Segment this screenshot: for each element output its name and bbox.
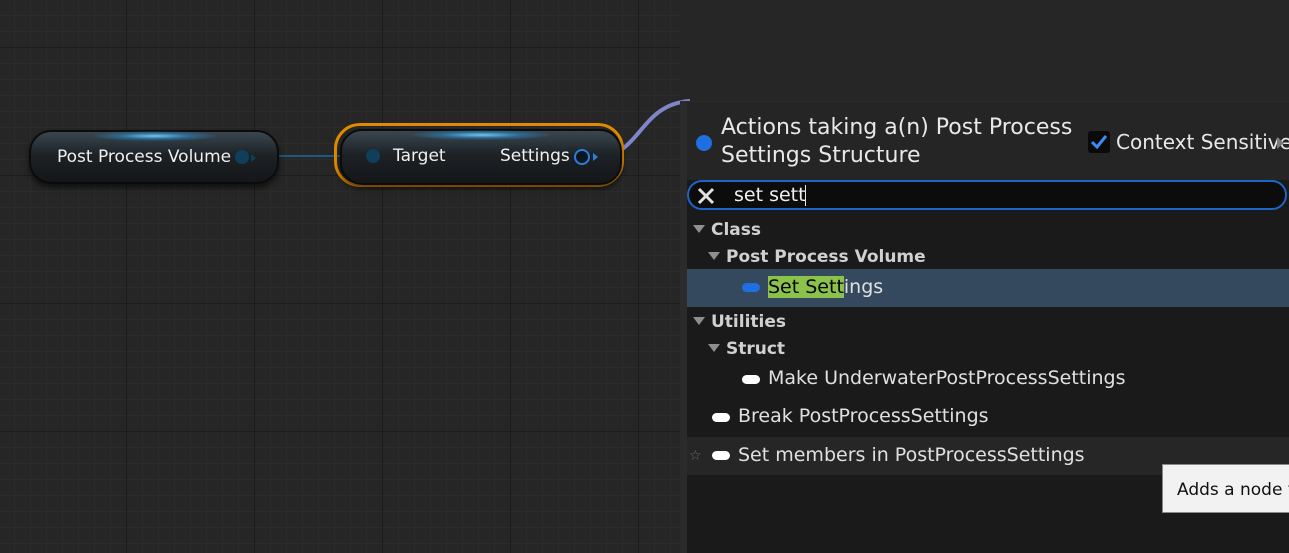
target-pin[interactable] bbox=[366, 149, 380, 163]
tree-category-class[interactable]: Class bbox=[687, 220, 1289, 242]
item-label: Break PostProcessSettings bbox=[738, 405, 989, 427]
function-pin-icon bbox=[742, 283, 760, 292]
item-label-rest: ings bbox=[843, 276, 884, 298]
node-post-process-volume[interactable]: Post Process Volume bbox=[29, 130, 279, 184]
text-cursor bbox=[805, 185, 806, 206]
item-label: Make UnderwaterPostProcessSettings bbox=[768, 367, 1126, 389]
category-label: Struct bbox=[726, 339, 786, 359]
context-sensitive-checkbox[interactable] bbox=[1088, 131, 1110, 153]
tree-category-struct[interactable]: Struct bbox=[687, 339, 1289, 361]
category-label: Post Process Volume bbox=[726, 247, 926, 267]
triangle-down-icon bbox=[693, 317, 705, 325]
tooltip-text: Adds a node th bbox=[1177, 480, 1289, 500]
triangle-down-icon bbox=[693, 225, 705, 233]
triangle-down-icon bbox=[708, 344, 720, 352]
pin-arrow-icon bbox=[251, 154, 256, 162]
search-match-highlight: Set Sett bbox=[768, 276, 844, 298]
chevron-right-icon[interactable] bbox=[1277, 137, 1284, 149]
tree-item-break-pps[interactable]: Break PostProcessSettings bbox=[687, 402, 1289, 432]
category-label: Utilities bbox=[711, 312, 787, 332]
context-sensitive-label: Context Sensitive bbox=[1116, 130, 1289, 154]
tree-category-utilities[interactable]: Utilities bbox=[687, 312, 1289, 334]
node-header-glow bbox=[92, 131, 216, 141]
search-box bbox=[687, 180, 1287, 210]
item-label: Set members in PostProcessSettings bbox=[738, 444, 1085, 466]
category-label: Class bbox=[711, 220, 762, 240]
tooltip: Adds a node th bbox=[1162, 464, 1289, 513]
output-pin[interactable] bbox=[235, 150, 249, 164]
close-icon[interactable] bbox=[697, 187, 715, 205]
struct-pin-icon bbox=[696, 135, 712, 151]
node-label: Post Process Volume bbox=[57, 147, 232, 167]
checkmark-icon bbox=[1091, 135, 1107, 149]
node-header-glow bbox=[411, 130, 551, 140]
node-get-settings[interactable]: Target Settings bbox=[340, 129, 622, 185]
pin-arrow-icon bbox=[593, 153, 598, 161]
function-pin-icon bbox=[712, 413, 730, 422]
tree-item-set-settings[interactable]: Set Settings bbox=[687, 269, 1289, 307]
function-pin-icon bbox=[712, 451, 730, 460]
action-menu-title: Actions taking a(n) Post Process Setting… bbox=[721, 115, 1073, 168]
triangle-down-icon bbox=[708, 252, 720, 260]
tree-item-make-underwater[interactable]: Make UnderwaterPostProcessSettings bbox=[687, 364, 1289, 394]
item-label: Set Settings bbox=[768, 276, 883, 298]
function-pin-icon bbox=[742, 375, 760, 384]
settings-label: Settings bbox=[500, 146, 570, 166]
target-label: Target bbox=[393, 146, 446, 166]
action-menu-header: Actions taking a(n) Post Process Setting… bbox=[687, 102, 1289, 180]
tree-category-post-process-volume[interactable]: Post Process Volume bbox=[687, 247, 1289, 269]
star-icon[interactable]: ☆ bbox=[689, 448, 702, 464]
search-input[interactable] bbox=[734, 184, 1234, 206]
settings-pin[interactable] bbox=[574, 149, 590, 165]
